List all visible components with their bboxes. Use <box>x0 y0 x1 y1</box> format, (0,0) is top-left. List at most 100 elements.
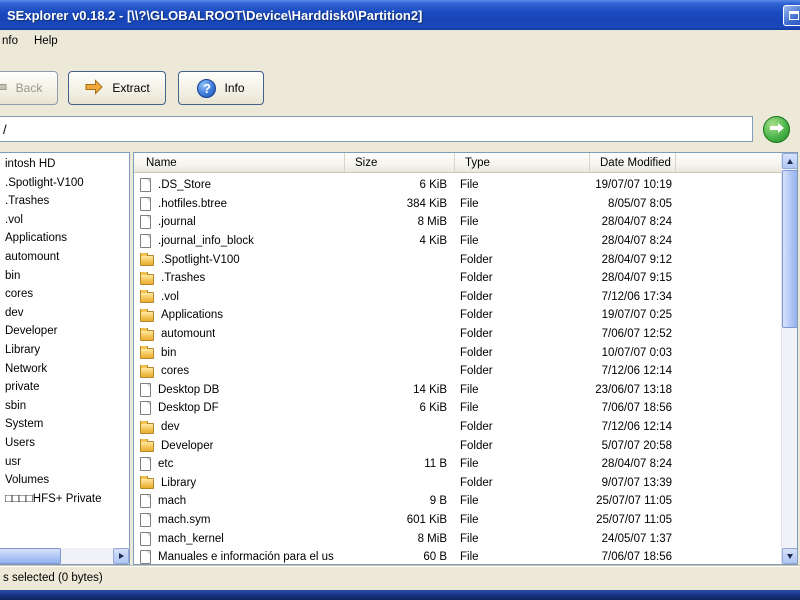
table-row[interactable]: .hotfiles.btree 384 KiB File 8/05/07 8:05 <box>134 195 781 214</box>
title-bar[interactable]: SExplorer v0.18.2 - [\\?\GLOBALROOT\Devi… <box>0 0 800 30</box>
table-row[interactable]: .Trashes Folder 28/04/07 9:15 <box>134 269 781 288</box>
cell-date: 19/07/07 0:25 <box>601 309 672 322</box>
file-name: .Trashes <box>161 272 206 285</box>
go-button[interactable] <box>763 116 790 143</box>
info-question-icon: ? <box>197 78 217 98</box>
column-header-date-modified[interactable]: Date Modified <box>590 153 676 172</box>
file-name: automount <box>161 328 216 341</box>
toolbar: Back Extract ? Info <box>0 52 800 114</box>
table-row[interactable]: Developer Folder 5/07/07 20:58 <box>134 436 781 455</box>
tree-item[interactable]: Network <box>0 360 129 379</box>
cell-date: 9/07/07 13:39 <box>601 476 672 489</box>
file-list-vertical-scrollbar[interactable] <box>781 153 797 564</box>
maximize-button[interactable] <box>783 5 800 26</box>
tree-item[interactable]: automount <box>0 248 129 267</box>
info-button[interactable]: ? Info <box>178 71 264 105</box>
cell-date: 7/06/07 18:56 <box>601 402 672 415</box>
extract-button[interactable]: Extract <box>68 71 166 105</box>
cell-date: 28/04/07 8:24 <box>601 235 672 248</box>
folder-icon <box>140 308 154 322</box>
extract-label: Extract <box>112 81 150 95</box>
column-header-type[interactable]: Type <box>455 153 590 172</box>
table-row[interactable]: .DS_Store 6 KiB File 19/07/07 10:19 <box>134 176 781 195</box>
cell-name: .Trashes <box>134 271 345 285</box>
table-row[interactable]: cores Folder 7/12/06 12:14 <box>134 362 781 381</box>
file-list-header: Name Size Type Date Modified <box>134 153 781 173</box>
file-name: Manuales e información para el us <box>158 551 334 564</box>
cell-type: Folder <box>460 476 493 489</box>
cell-size: 6 KiB <box>419 402 448 415</box>
address-input[interactable] <box>0 116 753 142</box>
tree-item[interactable]: .Spotlight-V100 <box>0 174 129 193</box>
tree-item[interactable]: usr <box>0 453 129 472</box>
table-row[interactable]: .vol Folder 7/12/06 17:34 <box>134 288 781 307</box>
cell-name: mach <box>134 494 345 509</box>
table-row[interactable]: etc 11 B File 28/04/07 8:24 <box>134 455 781 474</box>
file-icon <box>140 457 151 472</box>
cell-type: File <box>460 402 479 415</box>
cell-name: Desktop DB <box>134 382 345 397</box>
tree-horizontal-scrollbar[interactable] <box>0 548 129 564</box>
file-icon <box>140 512 151 527</box>
cell-type: File <box>460 458 479 471</box>
cell-type: Folder <box>460 421 493 434</box>
folder-icon <box>140 271 154 285</box>
back-label: Back <box>15 81 43 95</box>
hscroll-thumb[interactable] <box>0 548 61 564</box>
table-row[interactable]: Manuales e información para el us 60 B Fil… <box>134 548 781 564</box>
tree-item[interactable]: intosh HD <box>0 155 129 174</box>
table-row[interactable]: Desktop DB 14 KiB File 23/06/07 13:18 <box>134 381 781 400</box>
window-bottom-border <box>0 590 800 600</box>
table-row[interactable]: automount Folder 7/06/07 12:52 <box>134 325 781 344</box>
file-name: .journal_info_block <box>158 235 254 248</box>
table-row[interactable]: mach 9 B File 25/07/07 11:05 <box>134 492 781 511</box>
table-row[interactable]: Applications Folder 19/07/07 0:25 <box>134 306 781 325</box>
cell-size: 8 MiB <box>417 216 447 229</box>
tree-item[interactable]: .Trashes <box>0 192 129 211</box>
cell-date: 7/06/07 12:52 <box>601 328 672 341</box>
column-header-name[interactable]: Name <box>134 153 345 172</box>
menu-item-info[interactable]: nfo <box>0 32 26 50</box>
cell-type: File <box>460 551 479 564</box>
tree-item[interactable]: Applications <box>0 229 129 248</box>
tree-item[interactable]: cores <box>0 285 129 304</box>
vscroll-up-button[interactable] <box>782 153 797 169</box>
hscroll-track[interactable] <box>61 548 113 564</box>
folder-icon <box>140 253 154 267</box>
file-icon <box>140 401 151 416</box>
back-button[interactable]: Back <box>0 71 58 105</box>
cell-type: File <box>460 197 479 210</box>
table-row[interactable]: Library Folder 9/07/07 13:39 <box>134 474 781 493</box>
tree-item[interactable]: Volumes <box>0 471 129 490</box>
cell-type: Folder <box>460 309 493 322</box>
tree-item[interactable]: dev <box>0 304 129 323</box>
vscroll-down-button[interactable] <box>782 548 797 564</box>
tree-item[interactable]: Developer <box>0 322 129 341</box>
file-name: .DS_Store <box>158 179 212 192</box>
table-row[interactable]: .journal_info_block 4 KiB File 28/04/07 8:2… <box>134 232 781 251</box>
tree-item[interactable]: Library <box>0 341 129 360</box>
tree-item[interactable]: bin <box>0 267 129 286</box>
tree-item[interactable]: System <box>0 415 129 434</box>
cell-type: File <box>460 513 479 526</box>
table-row[interactable]: .journal 8 MiB File 28/04/07 8:24 <box>134 213 781 232</box>
table-row[interactable]: dev Folder 7/12/06 12:14 <box>134 418 781 437</box>
table-row[interactable]: mach_kernel 8 MiB File 24/05/07 1:37 <box>134 529 781 548</box>
tree-item[interactable]: □□□□HFS+ Private <box>0 490 129 509</box>
table-row[interactable]: Desktop DF 6 KiB File 7/06/07 18:56 <box>134 399 781 418</box>
vscroll-thumb[interactable] <box>782 170 797 328</box>
menu-item-help[interactable]: Help <box>26 32 66 50</box>
table-row[interactable]: bin Folder 10/07/07 0:03 <box>134 343 781 362</box>
table-row[interactable]: mach.sym 601 KiB File 25/07/07 11:05 <box>134 511 781 530</box>
tree-item[interactable]: Users <box>0 434 129 453</box>
file-icon <box>140 178 151 193</box>
column-header-size[interactable]: Size <box>345 153 455 172</box>
cell-name: Desktop DF <box>134 401 345 416</box>
hscroll-right-button[interactable] <box>113 548 129 564</box>
tree-item[interactable]: .vol <box>0 211 129 230</box>
tree-item[interactable]: sbin <box>0 397 129 416</box>
cell-type: File <box>460 383 479 396</box>
table-row[interactable]: .Spotlight-V100 Folder 28/04/07 9:12 <box>134 250 781 269</box>
tree-item[interactable]: private <box>0 378 129 397</box>
file-name: Developer <box>161 439 214 452</box>
